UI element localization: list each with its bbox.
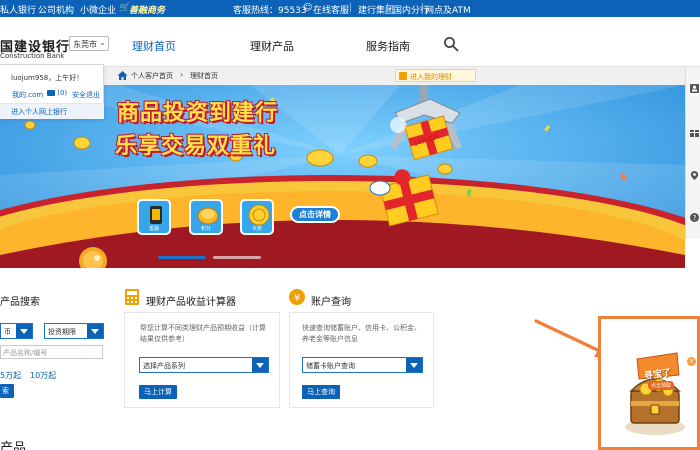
city-select[interactable]: 东莞市 ⌄ [69, 36, 109, 51]
divider: | [386, 3, 390, 13]
page-root: 私人银行 公司机构 小微企业 🛒 善融商务 客服热线：95533 ☺ 在线客服 … [0, 0, 700, 450]
help-icon[interactable]: ? [690, 213, 699, 222]
product-series-value: 选择产品系列 [143, 362, 185, 370]
yen-coin-icon: ¥ [289, 289, 305, 305]
nav-service-guide[interactable]: 服务指南 [366, 38, 410, 54]
product-search-title: 产品搜索 [0, 297, 40, 308]
product-series-select[interactable]: 选择产品系列 [139, 357, 269, 373]
home-icon[interactable] [117, 70, 128, 81]
small-biz-link[interactable]: 小微企业 [80, 3, 116, 16]
calculator-card: 帮您计算不同类理财产品预期收益（计算结果仅供参考） 选择产品系列 马上计算 [124, 312, 280, 408]
divider: | [349, 3, 353, 13]
location-pin-icon[interactable] [690, 171, 699, 180]
breadcrumb-item-personal-home[interactable]: 个人客户首页 [131, 71, 173, 81]
banner-detail-button[interactable]: 点击详情 [290, 206, 340, 223]
carousel-dot-1[interactable] [158, 256, 206, 259]
nav-wealth-home[interactable]: 理财首页 [132, 38, 176, 54]
side-toolbar: ? [685, 67, 700, 239]
login-panel-footer: 进入个人网上银行 [0, 103, 104, 119]
svg-text:?: ? [693, 214, 697, 222]
account-type-value: 储蓄卡账户查询 [306, 362, 355, 370]
gift-icon[interactable] [690, 128, 699, 137]
banner-tile-prize[interactable]: 大奖 [240, 199, 274, 235]
product-search-input[interactable]: 产品名称/编号 [0, 345, 103, 359]
search-button[interactable]: 索 [0, 384, 14, 398]
corporate-link[interactable]: 公司机构 [38, 3, 74, 16]
calculator-icon [125, 289, 139, 305]
carousel-dot-2[interactable] [213, 256, 261, 259]
chat-icon: ☺ [303, 3, 313, 13]
account-query-description: 快速查询储蓄账户、信用卡、公积金、养老金等账户信息 [302, 324, 421, 343]
private-bank-link[interactable]: 私人银行 [0, 3, 36, 16]
banner-tile-shop[interactable]: 善融 [137, 199, 171, 235]
treasure-claim-button[interactable]: 点击领取 [648, 381, 675, 390]
amount-filter-100k[interactable]: 10万起 [30, 370, 56, 381]
breadcrumb-item-wealth-home[interactable]: 理财首页 [190, 71, 218, 81]
divider: | [421, 3, 425, 13]
mail-icon [47, 90, 55, 96]
term-select[interactable]: 投资期限 [44, 323, 104, 339]
banner-tile-label: 积分 [200, 226, 211, 232]
enter-my-wealth-label: 进入我的理财 [410, 73, 452, 81]
chevron-down-icon: ⌄ [99, 38, 106, 47]
online-service-link[interactable]: 在线客服 [313, 3, 349, 16]
enter-personal-banking-link[interactable]: 进入个人网上银行 [11, 107, 67, 117]
mail-count: (0) [57, 89, 68, 97]
account-query-card: 快速查询储蓄账户、信用卡、公积金、养老金等账户信息 储蓄卡账户查询 马上查询 [289, 312, 434, 408]
chevron-down-icon [87, 324, 103, 338]
close-icon[interactable]: × [687, 357, 696, 366]
calculator-description: 帮您计算不同类理财产品预期收益（计算结果仅供参考） [140, 324, 266, 343]
top-utility-bar: 私人银行 公司机构 小微企业 🛒 善融商务 客服热线：95533 ☺ 在线客服 … [0, 0, 700, 17]
amount-filter-50k[interactable]: 5万起 [0, 370, 21, 381]
svg-text:¥: ¥ [294, 293, 300, 304]
atm-link[interactable]: 网点及ATM [425, 3, 471, 16]
main-header: 国建设银行 Construction Bank 东莞市 ⌄ 理财首页 理财产品 … [0, 17, 700, 67]
account-type-select[interactable]: 储蓄卡账户查询 [302, 357, 423, 373]
login-info-panel: luojum958，上午好！ 我的.com (0) 安全退出 进入个人网上银行 [0, 64, 104, 119]
hotline-text: 客服热线：95533 [233, 6, 307, 16]
logout-link[interactable]: 安全退出 [72, 90, 100, 100]
account-query-title: 账户查询 [311, 297, 351, 308]
login-greeting: luojum958，上午好！ [11, 74, 84, 82]
wallet-link[interactable]: 善融商务 [129, 3, 165, 16]
my-account-link[interactable]: 我的.com [12, 90, 43, 100]
section-heading: 产品 [0, 441, 27, 450]
calculator-title: 理财产品收益计算器 [146, 297, 236, 308]
banner-tile-label: 善融 [148, 226, 159, 232]
bank-logo-subtitle: Construction Bank [0, 52, 65, 60]
chevron-down-icon [252, 358, 268, 372]
currency-select[interactable]: 币 [0, 323, 33, 339]
breadcrumb-separator-icon: › [180, 70, 184, 79]
currency-select-value: 币 [4, 328, 11, 336]
user-card-icon[interactable] [690, 84, 699, 93]
banner-tile-label: 大奖 [251, 226, 262, 232]
banner-title-line2: 乐享交易双重礼 [115, 134, 277, 159]
chevron-down-icon [16, 324, 32, 338]
search-icon[interactable] [443, 36, 459, 52]
city-select-value: 东莞市 [73, 40, 97, 49]
calculate-now-button[interactable]: 马上计算 [139, 385, 177, 399]
messages-link[interactable]: (0) [47, 89, 67, 97]
breadcrumb: 个人客户首页 › 理财首页 进入我的理财 [104, 67, 685, 85]
banner-tile-points[interactable]: 积分 [189, 199, 223, 235]
user-icon [399, 72, 407, 80]
term-select-value: 投资期限 [48, 328, 76, 336]
query-now-button[interactable]: 马上查询 [302, 385, 340, 399]
nav-wealth-products[interactable]: 理财产品 [250, 38, 294, 54]
enter-my-wealth-button[interactable]: 进入我的理财 [395, 69, 476, 82]
chevron-down-icon [406, 358, 422, 372]
banner-title-line1: 商品投资到建行 [117, 101, 279, 126]
